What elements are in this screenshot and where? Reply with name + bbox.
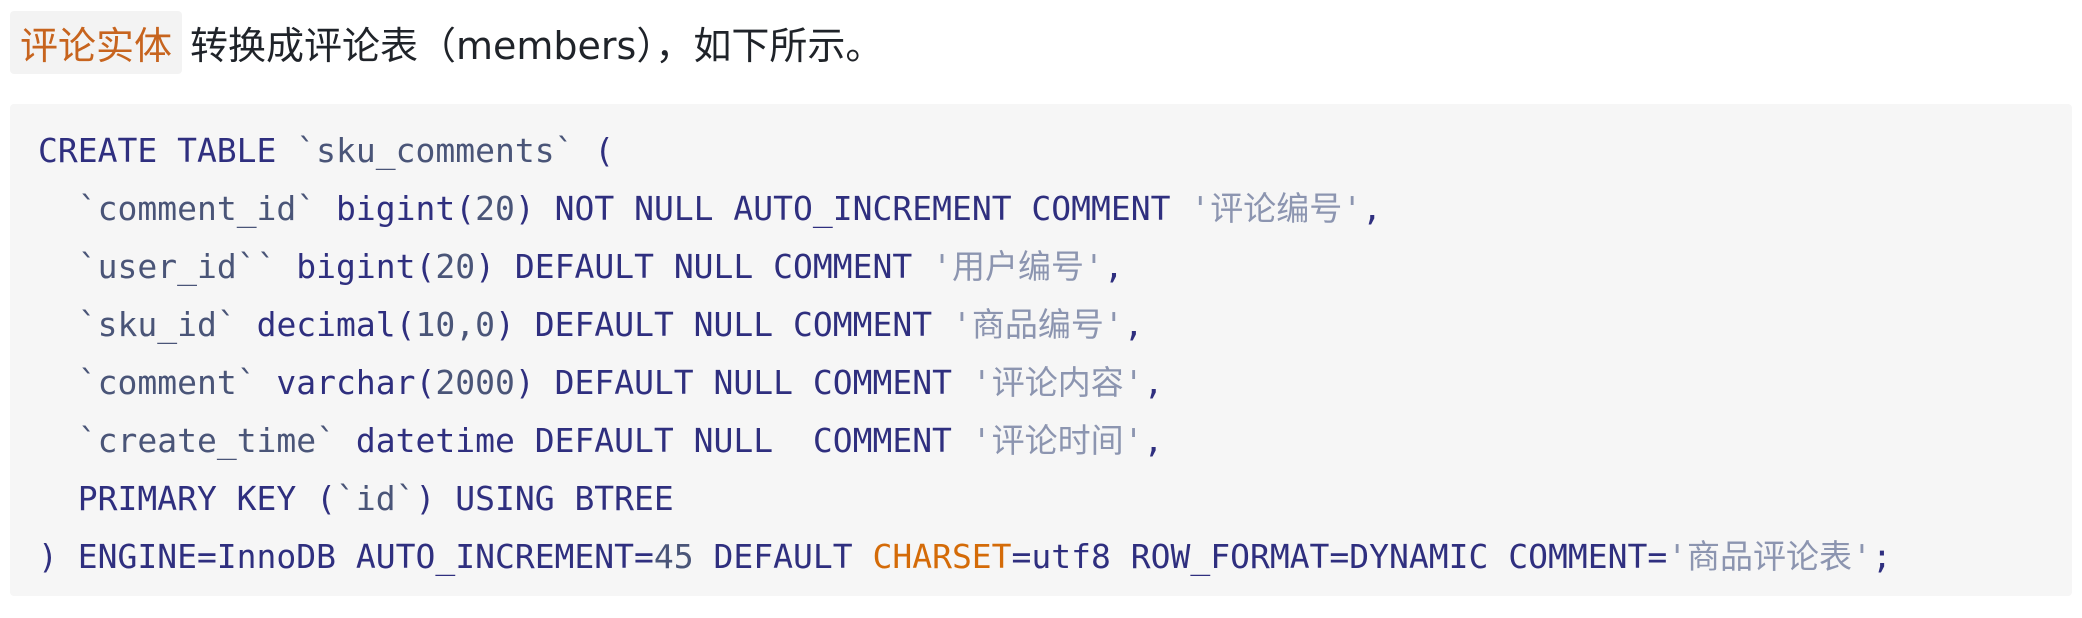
code-token: 20 <box>475 189 515 228</box>
code-token: '评论编号' <box>1190 189 1363 228</box>
code-token: ) DEFAULT NULL COMMENT <box>475 247 933 286</box>
code-token: ) NOT NULL AUTO_INCREMENT COMMENT <box>514 189 1191 228</box>
intro-paragraph: 评论实体 转换成评论表（members），如下所示。 <box>10 10 884 74</box>
code-token: ) ENGINE=InnoDB AUTO_INCREMENT= <box>38 537 654 576</box>
code-token: , <box>1123 305 1144 344</box>
code-token: datetime DEFAULT NULL COMMENT <box>336 421 972 460</box>
code-token: `sku_id` <box>77 305 237 344</box>
code-token: '评论时间' <box>971 421 1144 460</box>
code-token: CHARSET <box>872 537 1012 576</box>
code-token: 2000 <box>435 363 515 402</box>
code-token: '商品评论表' <box>1667 537 1872 576</box>
code-token: 10,0 <box>415 305 495 344</box>
intro-text: 转换成评论表（members），如下所示。 <box>190 23 884 68</box>
code-line: PRIMARY KEY (`id`) USING BTREE <box>10 470 2072 528</box>
code-token: '评论内容' <box>971 363 1144 402</box>
code-token: 20 <box>435 247 476 286</box>
code-token: ) DEFAULT NULL COMMENT <box>495 305 952 344</box>
code-token: 45 <box>653 537 694 576</box>
code-token: '用户编号' <box>932 247 1104 286</box>
code-line: `create_time` datetime DEFAULT NULL COMM… <box>10 412 2072 470</box>
code-line: `sku_id` decimal(10,0) DEFAULT NULL COMM… <box>10 296 2072 354</box>
code-line: CREATE TABLE `sku_comments` ( <box>10 122 2072 180</box>
code-token: , <box>1143 363 1164 402</box>
code-token: `comment_id` <box>77 189 317 228</box>
code-token: `id` <box>336 479 416 518</box>
code-line: ) ENGINE=InnoDB AUTO_INCREMENT=45 DEFAUL… <box>10 528 2072 586</box>
code-token: bigint( <box>316 189 476 228</box>
code-token: PRIMARY KEY ( <box>38 479 337 518</box>
inline-code-entity: 评论实体 <box>10 10 183 74</box>
code-token: bigint( <box>276 247 436 286</box>
sql-code-block: CREATE TABLE `sku_comments` ( `comment_i… <box>10 104 2072 596</box>
code-token: ; <box>1871 537 1892 576</box>
code-token: ( <box>574 131 615 170</box>
code-line: `user_id`` bigint(20) DEFAULT NULL COMME… <box>10 238 2072 296</box>
code-token: `comment` <box>77 363 257 402</box>
code-token: CREATE TABLE <box>38 131 297 170</box>
code-line: `comment_id` bigint(20) NOT NULL AUTO_IN… <box>10 180 2072 238</box>
code-token: , <box>1143 421 1164 460</box>
code-token: '商品编号' <box>951 305 1124 344</box>
code-token: , <box>1362 189 1383 228</box>
code-token: DEFAULT <box>693 537 873 576</box>
code-token: `create_time` <box>77 421 337 460</box>
code-token: `sku_comments` <box>296 131 575 170</box>
code-token: , <box>1103 247 1124 286</box>
code-line: `comment` varchar(2000) DEFAULT NULL COM… <box>10 354 2072 412</box>
code-token: =utf8 ROW_FORMAT=DYNAMIC COMMENT= <box>1011 537 1668 576</box>
code-token: ) USING BTREE <box>415 479 674 518</box>
code-token: ) DEFAULT NULL COMMENT <box>514 363 972 402</box>
code-token: varchar( <box>256 363 436 402</box>
code-token: decimal( <box>236 305 416 344</box>
code-token: `user_id`` <box>77 247 277 286</box>
